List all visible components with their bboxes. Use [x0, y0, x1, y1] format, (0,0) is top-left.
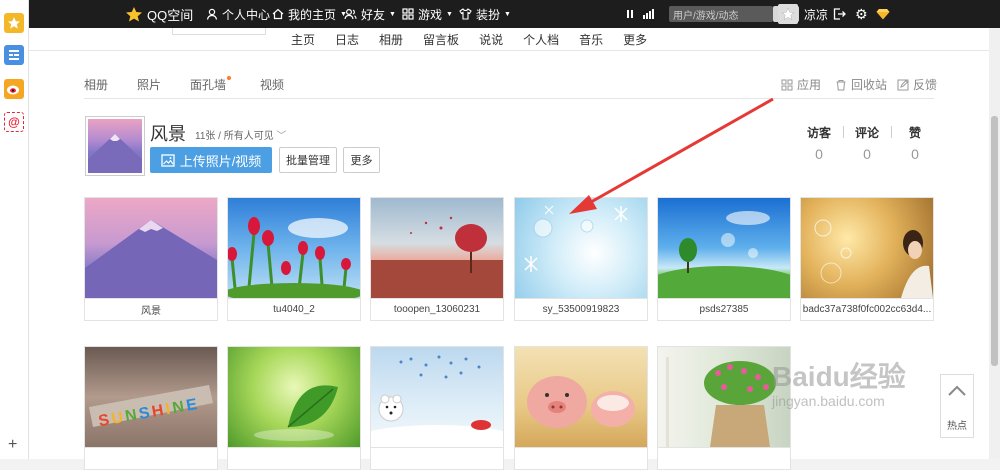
topnav-label: 游戏 [418, 7, 443, 22]
avatar[interactable] [778, 4, 798, 24]
topnav-label: 好友 [361, 7, 386, 22]
qzone-logo[interactable]: QQ空间 [125, 0, 193, 28]
list-icon[interactable] [4, 45, 24, 65]
scroll-thumb[interactable] [991, 116, 998, 366]
add-icon[interactable]: + [8, 436, 17, 454]
avatar-star-icon [781, 7, 795, 21]
hot-label: 热点 [947, 421, 967, 432]
caret-down-icon: ▼ [504, 10, 511, 18]
topnav-dressup[interactable]: 装扮 ▼ [459, 0, 511, 28]
caret-down-icon: ▼ [389, 10, 396, 18]
topnav-games[interactable]: 游戏 ▼ [402, 0, 453, 28]
signal-bars-icon[interactable] [642, 0, 654, 28]
star-logo-icon [126, 7, 142, 22]
topnav-profile-center[interactable]: 个人中心 [206, 0, 270, 28]
baidu-watermark: Baidu经验 [772, 361, 906, 392]
friends-icon [344, 8, 357, 20]
chevron-up-icon [948, 385, 966, 396]
favorites-star-icon[interactable] [4, 13, 24, 33]
brand-name: QQ空间 [147, 7, 194, 23]
topnav-label: 我的主页 [288, 7, 337, 22]
logout-icon[interactable] [833, 0, 846, 28]
shirt-icon [459, 8, 472, 20]
top-navbar: QQ空间 个人中心 我的主页 ▼ 好友 ▼ 游戏 ▼ 装扮 ▼ 用户/游戏/动态… [29, 0, 1000, 28]
search-input[interactable]: 用户/游戏/动态 [669, 6, 773, 22]
home-icon [272, 8, 284, 20]
scrollbar[interactable] [989, 28, 1000, 459]
topnav-label: 个人中心 [222, 7, 271, 22]
baidu-watermark-url: jingyan.baidu.com [772, 393, 885, 409]
weibo-icon[interactable] [4, 79, 24, 99]
back-to-top-button[interactable]: 热点 [940, 374, 974, 438]
caret-down-icon: ▼ [446, 10, 453, 18]
mention-icon[interactable]: @ [4, 112, 24, 132]
topnav-friends[interactable]: 好友 ▼ [344, 0, 396, 28]
topnav-label: 装扮 [476, 7, 501, 22]
gear-icon[interactable]: ⚙ [855, 0, 868, 28]
topnav-my-home[interactable]: 我的主页 ▼ [272, 0, 347, 28]
username[interactable]: 凉凉 [804, 0, 828, 28]
pause-icon[interactable] [625, 0, 635, 28]
diamond-icon[interactable] [876, 0, 890, 28]
left-sidebar: @ + [0, 0, 29, 459]
user-icon [206, 8, 218, 20]
grid-icon [402, 8, 414, 20]
